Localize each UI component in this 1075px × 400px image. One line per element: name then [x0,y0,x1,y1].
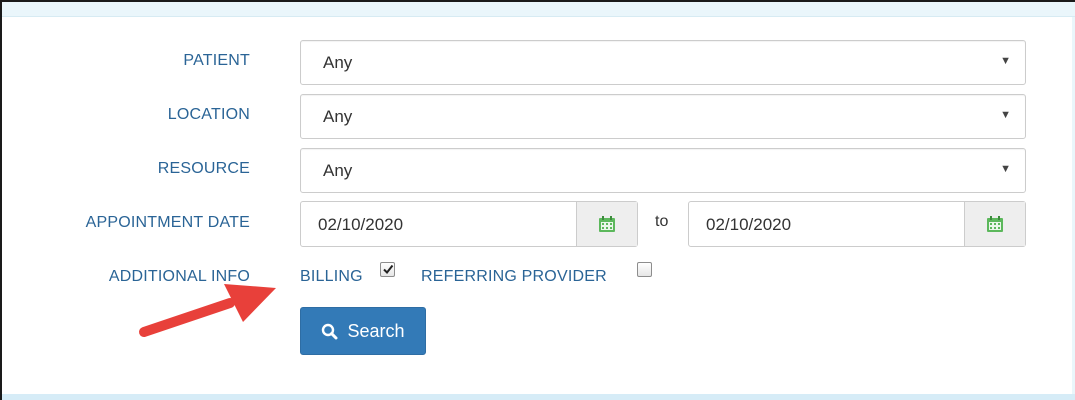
location-select-value: Any [323,107,353,126]
resource-select[interactable]: Any ▼ [300,148,1026,193]
patient-select[interactable]: Any ▼ [300,40,1026,85]
red-arrow-icon [139,284,276,337]
patient-select-value: Any [323,53,353,72]
resource-label: RESOURCE [157,160,250,177]
search-button[interactable]: Search [300,307,426,355]
date-from-picker-button[interactable] [576,202,637,246]
date-to-field[interactable]: 02/10/2020 [688,201,1026,247]
chevron-down-icon: ▼ [1000,109,1011,121]
patient-label: PATIENT [183,52,250,69]
date-to-picker-button[interactable] [964,202,1025,246]
search-button-label: Search [347,320,405,341]
chevron-down-icon: ▼ [1000,163,1011,175]
appointment-date-label: APPOINTMENT DATE [85,214,250,231]
date-range-separator: to [655,213,669,230]
location-label: LOCATION [167,106,250,123]
calendar-icon [987,216,1003,232]
date-to-value[interactable]: 02/10/2020 [689,202,964,246]
panel-top-band [2,2,1075,17]
panel-bottom-band [2,394,1075,400]
location-select[interactable]: Any ▼ [300,94,1026,139]
date-from-field[interactable]: 02/10/2020 [300,201,638,247]
calendar-icon [599,216,615,232]
checkmark-icon [383,264,394,275]
date-from-value[interactable]: 02/10/2020 [301,202,576,246]
billing-label[interactable]: BILLING [300,268,363,286]
resource-select-value: Any [323,161,353,180]
referring-provider-checkbox[interactable] [637,262,652,277]
search-icon [322,323,338,339]
chevron-down-icon: ▼ [1000,55,1011,67]
referring-provider-label[interactable]: REFERRING PROVIDER [421,268,607,286]
billing-checkbox[interactable] [380,262,395,277]
